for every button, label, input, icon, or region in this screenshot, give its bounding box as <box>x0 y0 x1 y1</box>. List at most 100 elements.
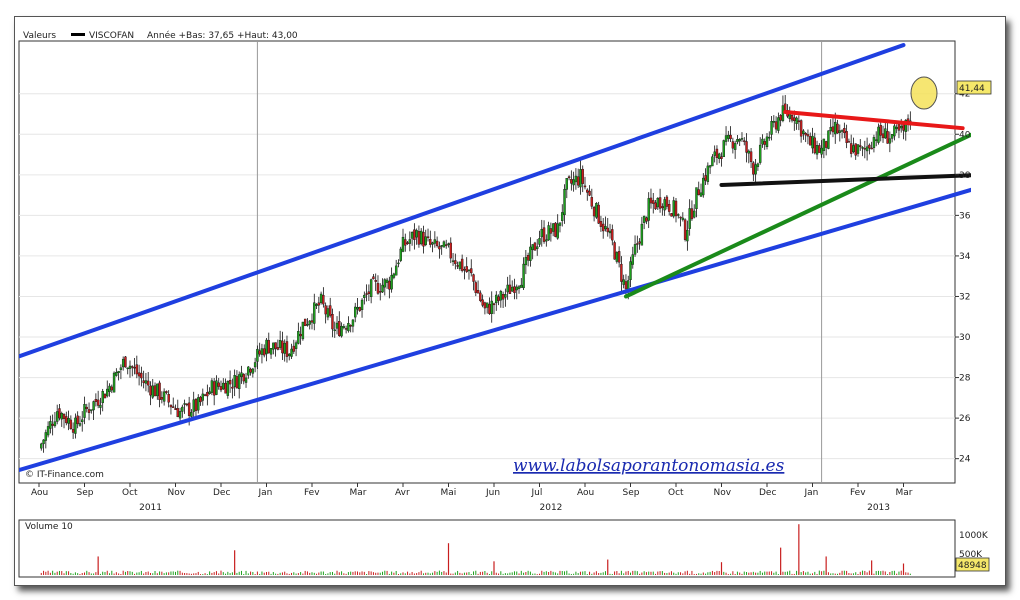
candle-body <box>49 421 52 429</box>
candle-body <box>110 386 114 391</box>
candle-body <box>820 147 823 155</box>
candle-body <box>574 175 578 183</box>
candle-body <box>381 284 384 293</box>
candle-body <box>809 136 812 146</box>
candle-body <box>167 393 170 403</box>
candle-body <box>265 339 268 355</box>
candle-body <box>590 197 594 207</box>
candle-body <box>206 392 209 397</box>
candle-body <box>765 136 769 148</box>
candle-body <box>774 121 778 130</box>
candle-body <box>633 244 637 255</box>
candle-body <box>219 386 223 391</box>
price-tick-label: 38 <box>959 171 971 181</box>
candle-body <box>40 443 43 449</box>
candle-body <box>199 396 202 403</box>
candle-body <box>877 126 880 143</box>
candle-body <box>836 123 839 134</box>
candle-body <box>599 220 603 227</box>
candle-body <box>824 141 828 148</box>
price-tick-label: 36 <box>959 211 971 221</box>
volume-last-label: 48948 <box>958 561 987 571</box>
candle-body <box>713 151 716 156</box>
candle-body <box>779 115 782 121</box>
candle-body <box>852 145 855 153</box>
candle-body <box>749 151 753 163</box>
candle-body <box>581 168 584 184</box>
candle-body <box>367 291 371 294</box>
candle-body <box>290 348 293 357</box>
candle-body <box>187 402 191 416</box>
candle-body <box>504 294 507 298</box>
candle-body <box>404 239 407 246</box>
candle-body <box>144 380 148 384</box>
candle-body <box>822 138 826 151</box>
candle-body <box>283 343 286 354</box>
candle-body <box>683 219 687 240</box>
candle-body <box>861 147 864 149</box>
candle-body <box>222 382 225 390</box>
candle-body <box>424 236 427 246</box>
candle-body <box>360 299 364 310</box>
candle-body <box>829 127 832 132</box>
candle-body <box>870 147 873 150</box>
candle-body <box>813 137 816 154</box>
candle-body <box>281 340 284 354</box>
candle-body <box>658 197 662 209</box>
candle-body <box>451 260 455 262</box>
candle-body <box>315 304 318 306</box>
candle-body <box>476 290 480 294</box>
candle-body <box>197 397 200 411</box>
candle-body <box>617 251 621 263</box>
candle-body <box>652 200 655 204</box>
candle-body <box>838 130 841 133</box>
candle-body <box>392 273 396 278</box>
candle-body <box>112 372 116 393</box>
candle-body <box>758 144 762 163</box>
volume-title: Volume 10 <box>25 522 73 532</box>
candle-body <box>731 141 735 149</box>
month-tick-label: Oct <box>668 488 684 498</box>
candle-body <box>761 138 764 145</box>
candle-body <box>96 399 100 406</box>
candle-body <box>611 229 614 241</box>
candle-body <box>549 228 553 234</box>
candle-body <box>645 217 648 222</box>
candle-body <box>394 265 398 276</box>
candle-body <box>192 399 195 412</box>
candle-body <box>99 404 102 408</box>
month-tick-label: Jun <box>485 488 500 498</box>
candle-body <box>135 364 139 375</box>
candle-body <box>267 340 270 354</box>
candle-body <box>797 120 801 123</box>
candle-body <box>151 385 154 398</box>
candle-body <box>383 279 386 288</box>
candle-body <box>879 125 882 136</box>
watermark-link[interactable]: www.labolsaporantonomasia.es <box>513 456 785 476</box>
candle-body <box>806 134 810 137</box>
candle-body <box>570 179 573 184</box>
candle-body <box>888 138 892 144</box>
candle-body <box>429 238 432 245</box>
candle-body <box>840 130 844 132</box>
candle-body <box>331 314 334 330</box>
candle-body <box>128 365 132 369</box>
month-tick-label: Dec <box>759 488 776 498</box>
candle-body <box>679 216 682 219</box>
candle-body <box>183 403 186 405</box>
candle-body <box>515 286 518 291</box>
month-tick-label: Sep <box>623 488 640 498</box>
candle-body <box>194 399 198 411</box>
candle-body <box>256 348 259 362</box>
candle-body <box>435 240 439 247</box>
month-tick-label: Dec <box>213 488 230 498</box>
candle-body <box>818 145 821 153</box>
candle-body <box>231 386 234 389</box>
candle-body <box>740 138 744 140</box>
candle-body <box>108 385 111 392</box>
candle-body <box>292 345 295 352</box>
candle-body <box>629 261 632 281</box>
candle-body <box>722 140 725 158</box>
candle-body <box>358 307 361 311</box>
candle-body <box>622 279 625 285</box>
